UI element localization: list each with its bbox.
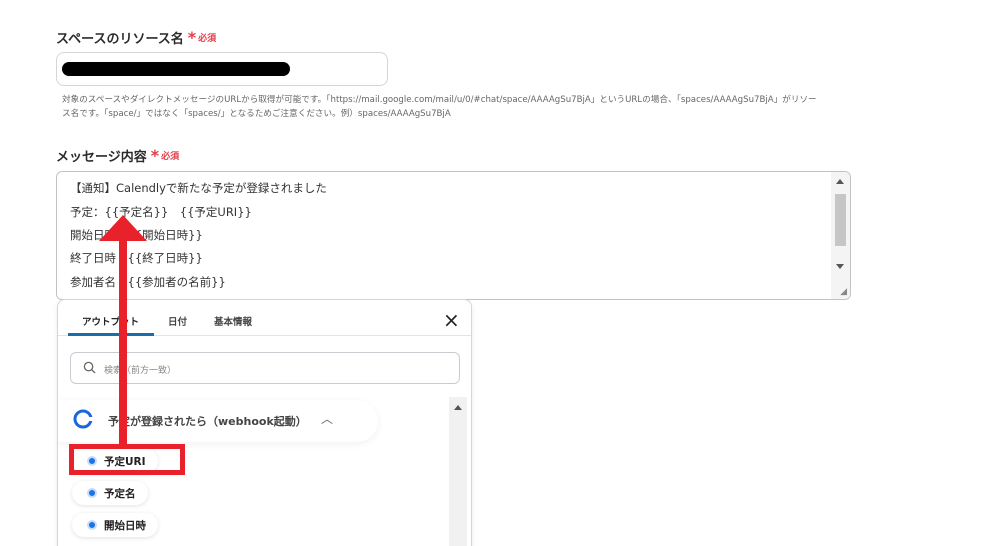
message-label-text: メッセージ内容 — [56, 150, 147, 165]
resource-name-label-text: スペースのリソース名 — [56, 32, 184, 47]
item-dot-icon — [87, 488, 97, 498]
output-item[interactable]: 開始日時 — [72, 513, 158, 537]
message-line: 参加者名 {{参加者の名前}} — [70, 275, 226, 289]
message-label: メッセージ内容 * 必須 — [56, 146, 179, 165]
resource-name-label: スペースのリソース名 * 必須 — [56, 28, 216, 47]
tab-output[interactable]: アウトプット — [82, 314, 139, 328]
annotation-arrow-head — [99, 215, 147, 241]
required-star: * — [150, 145, 160, 165]
hint-line-1: 対象のスペースやダイレクトメッセージのURLから取得が可能です。「https:/… — [62, 95, 817, 105]
resize-handle-icon[interactable]: ◢ — [840, 287, 847, 297]
annotation-arrow-shaft — [119, 232, 127, 446]
scroll-thumb[interactable] — [835, 194, 846, 246]
search-placeholder: 検索（前方一致） — [104, 366, 177, 376]
redacted-value — [62, 62, 290, 76]
active-tab-indicator — [68, 333, 154, 336]
scroll-down-icon[interactable] — [836, 264, 844, 269]
message-line: 終了日時 {{終了日時}} — [70, 251, 203, 265]
resource-name-hint: 対象のスペースやダイレクトメッセージのURLから取得が可能です。「https:/… — [62, 93, 852, 121]
chevron-up-icon[interactable]: ︿ — [321, 410, 333, 427]
message-scrollbar[interactable] — [831, 172, 850, 299]
group-label: 予定が登録されたら（webhook起動） — [108, 415, 307, 428]
message-textarea[interactable]: 【通知】Calendlyで新たな予定が登録されました 予定：{{予定名}} {{… — [56, 171, 851, 300]
search-icon — [83, 361, 96, 374]
calendly-icon — [73, 409, 93, 429]
output-item-label: 開始日時 — [104, 519, 146, 532]
annotation-highlight-box — [69, 444, 185, 475]
item-dot-icon — [87, 520, 97, 530]
tab-basic-info[interactable]: 基本情報 — [214, 314, 252, 328]
required-badge: 必須 — [198, 34, 217, 44]
tab-date[interactable]: 日付 — [168, 314, 187, 328]
required-badge: 必須 — [161, 152, 180, 162]
scroll-up-icon[interactable] — [836, 179, 844, 184]
search-input[interactable]: 検索（前方一致） — [70, 352, 460, 384]
output-item-label: 予定名 — [104, 487, 136, 500]
message-line: 予定：{{予定名}} {{予定URI}} — [70, 205, 252, 219]
scroll-up-icon[interactable] — [454, 405, 462, 410]
list-scrollbar[interactable] — [449, 397, 467, 546]
output-item[interactable]: 予定名 — [72, 481, 148, 505]
required-star: * — [187, 27, 197, 47]
hint-line-2: ス名です。「space/」ではなく「spaces/」となるためご注意ください。例… — [62, 109, 451, 119]
close-icon[interactable]: × — [443, 310, 460, 330]
message-line: 【通知】Calendlyで新たな予定が登録されました — [70, 181, 327, 195]
output-group-header[interactable]: 予定が登録されたら（webhook起動） ︿ — [58, 400, 378, 442]
